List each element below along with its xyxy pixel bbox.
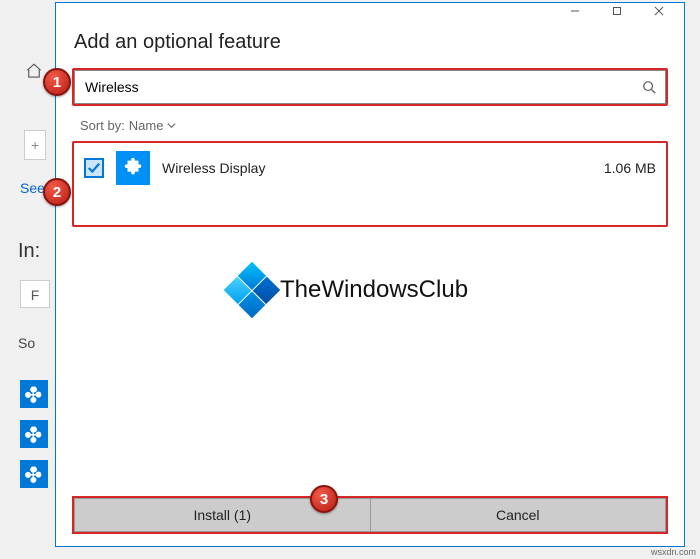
bg-plus-button: +	[24, 130, 46, 160]
sort-label: Sort by:	[80, 118, 125, 133]
callout-2: 2	[43, 178, 71, 206]
chevron-down-icon	[167, 118, 176, 133]
feature-checkbox[interactable]	[84, 158, 104, 178]
bg-tile-icon	[20, 380, 48, 408]
sort-value: Name	[129, 118, 164, 133]
search-highlight	[72, 68, 668, 106]
results-highlight: Wireless Display 1.06 MB	[72, 141, 668, 227]
home-icon	[25, 62, 43, 80]
cancel-button[interactable]: Cancel	[370, 498, 667, 532]
sort-by-dropdown[interactable]: Sort by: Name	[56, 106, 684, 141]
titlebar	[56, 3, 684, 19]
bg-so-label: So	[18, 335, 35, 351]
bg-see-link: See	[20, 180, 45, 196]
callout-3: 3	[310, 485, 338, 513]
close-button[interactable]	[638, 4, 680, 18]
maximize-button[interactable]	[596, 4, 638, 18]
puzzle-icon	[116, 151, 150, 185]
feature-name: Wireless Display	[162, 160, 592, 176]
feature-row[interactable]: Wireless Display 1.06 MB	[74, 143, 666, 193]
attribution-text: wsxdn.com	[651, 547, 696, 557]
watermark: TheWindowsClub	[232, 270, 468, 310]
feature-size: 1.06 MB	[604, 160, 656, 176]
bg-f-box: F	[20, 280, 50, 308]
dialog-title: Add an optional feature	[56, 19, 684, 68]
bg-tile-icon	[20, 420, 48, 448]
search-input[interactable]	[83, 73, 641, 101]
search-icon[interactable]	[641, 79, 657, 95]
bg-tile-icon	[20, 460, 48, 488]
search-container	[74, 70, 666, 104]
callout-1: 1	[43, 68, 71, 96]
button-row-highlight: Install (1) Cancel	[72, 496, 668, 534]
watermark-text: TheWindowsClub	[280, 276, 468, 304]
bg-ins-label: In:	[18, 240, 40, 263]
minimize-button[interactable]	[554, 4, 596, 18]
watermark-logo-icon	[224, 261, 281, 318]
